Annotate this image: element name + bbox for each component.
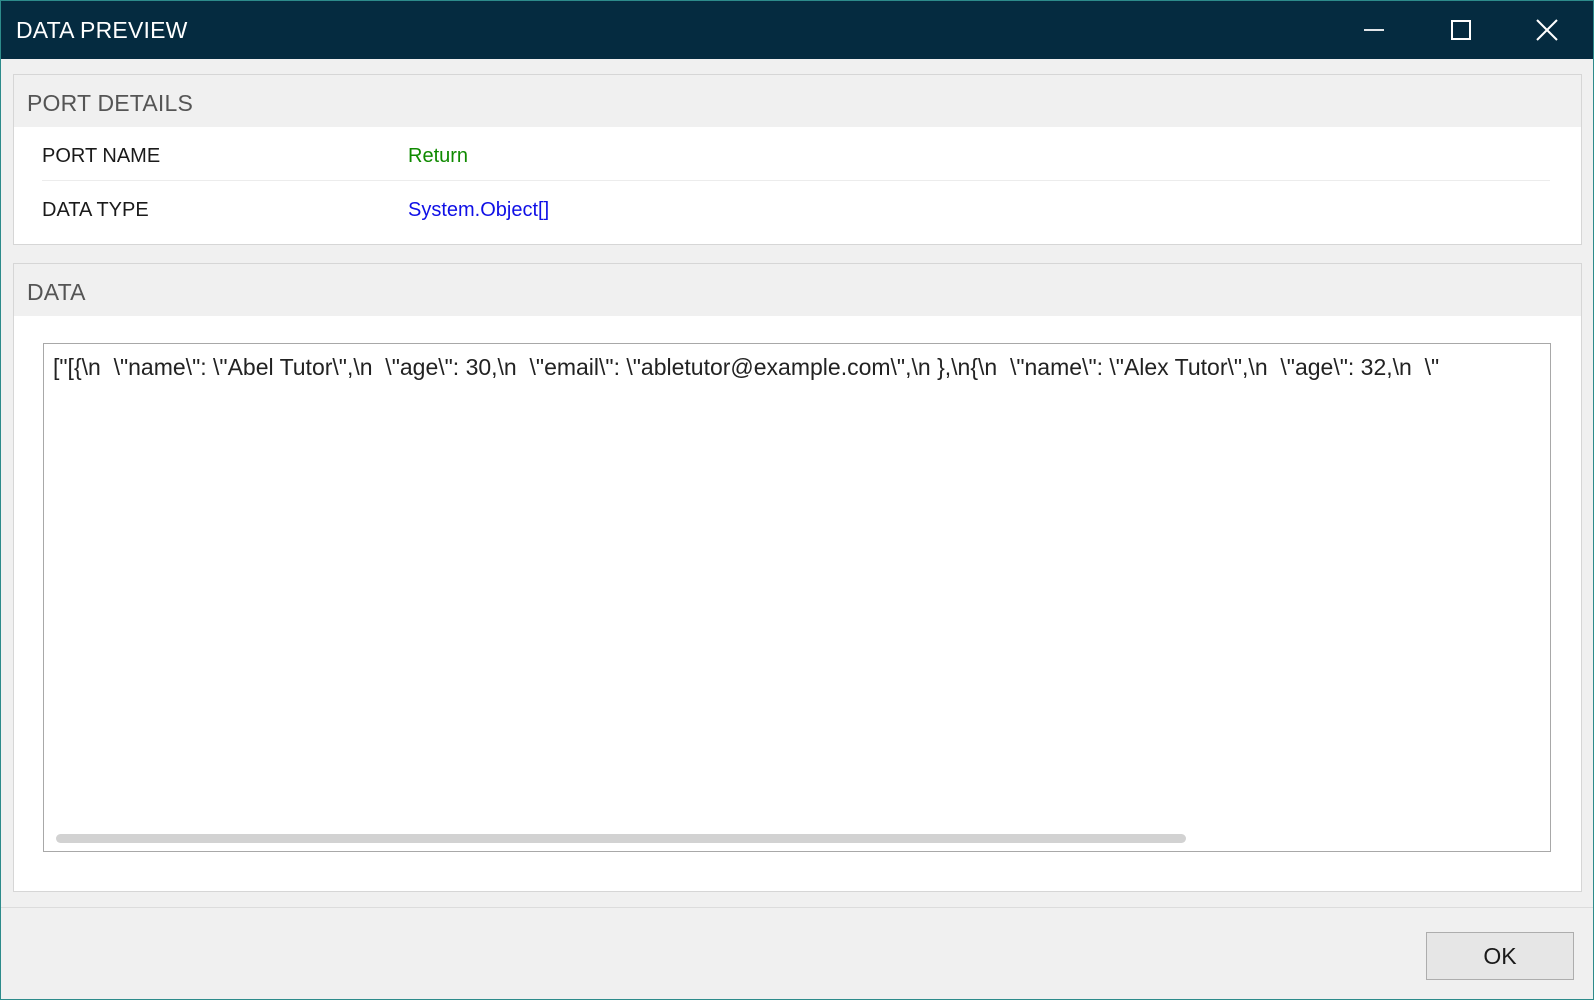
title-bar[interactable]: DATA PREVIEW bbox=[1, 1, 1593, 59]
data-type-row: DATA TYPE System.Object[] bbox=[42, 181, 1550, 235]
minimize-icon bbox=[1364, 29, 1384, 31]
port-details-header: PORT DETAILS bbox=[14, 75, 1581, 127]
horizontal-scrollbar[interactable] bbox=[56, 834, 1186, 843]
data-header: DATA bbox=[14, 264, 1581, 316]
port-name-value: Return bbox=[408, 145, 469, 167]
minimize-button[interactable] bbox=[1331, 1, 1417, 59]
close-button[interactable] bbox=[1504, 1, 1590, 59]
port-name-row: PORT NAME Return bbox=[42, 127, 1550, 181]
data-panel: DATA ["[{\n \"name\": \"Abel Tutor\",\n … bbox=[13, 263, 1582, 892]
port-details-panel: PORT DETAILS PORT NAME Return DATA TYPE … bbox=[13, 74, 1582, 245]
ok-button[interactable]: OK bbox=[1426, 932, 1574, 980]
data-type-value: System.Object[] bbox=[408, 199, 550, 221]
footer-divider bbox=[1, 907, 1593, 908]
maximize-icon bbox=[1451, 20, 1471, 40]
port-name-label: PORT NAME bbox=[42, 145, 161, 167]
data-preview-window: DATA PREVIEW PORT DETAILS PORT NAME Retu… bbox=[0, 0, 1594, 1000]
data-type-label: DATA TYPE bbox=[42, 199, 149, 221]
close-icon bbox=[1536, 19, 1558, 41]
maximize-button[interactable] bbox=[1418, 1, 1504, 59]
data-content[interactable]: ["[{\n \"name\": \"Abel Tutor\",\n \"age… bbox=[53, 354, 1439, 381]
window-title: DATA PREVIEW bbox=[16, 17, 188, 43]
data-text-box[interactable]: ["[{\n \"name\": \"Abel Tutor\",\n \"age… bbox=[43, 343, 1551, 852]
